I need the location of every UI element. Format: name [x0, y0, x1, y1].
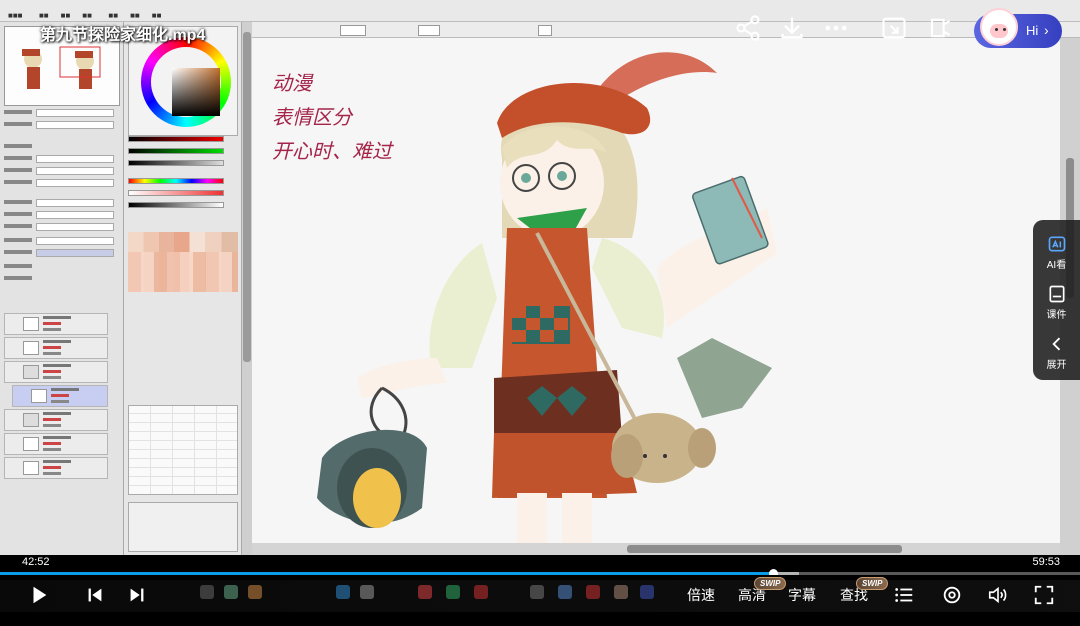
- brush-tool-grid[interactable]: [128, 405, 238, 495]
- prop-row: [4, 211, 116, 220]
- swip-badge: SWIP: [856, 577, 889, 590]
- layer-group[interactable]: [4, 361, 108, 383]
- h-slider[interactable]: [128, 178, 224, 184]
- prop-row: [4, 199, 116, 208]
- panel-scrollbar[interactable]: [242, 22, 252, 555]
- layer-item-selected[interactable]: [12, 385, 108, 407]
- chevron-right-icon: ›: [1044, 22, 1049, 38]
- r-slider[interactable]: [128, 136, 224, 142]
- playlist-icon: [895, 588, 913, 602]
- sai-toolbar: [252, 22, 1080, 38]
- fullscreen-icon: [1034, 585, 1054, 605]
- handwriting-line: 动漫: [272, 71, 312, 95]
- cast-icon[interactable]: [925, 14, 953, 42]
- brush-presets[interactable]: [128, 502, 238, 552]
- handwriting-line: 表情区分: [272, 105, 352, 129]
- b-slider[interactable]: [128, 160, 224, 166]
- next-button[interactable]: [124, 583, 150, 607]
- video-title: 第九节探险家细化.mp4: [40, 27, 206, 44]
- side-item-expand[interactable]: 展开: [1033, 334, 1080, 371]
- layer-item[interactable]: [4, 337, 108, 359]
- download-icon[interactable]: [778, 14, 806, 42]
- prop-row: [4, 264, 116, 272]
- play-button[interactable]: [26, 583, 52, 607]
- side-panel: AI看 课件 展开: [1033, 220, 1080, 380]
- g-slider[interactable]: [128, 148, 224, 154]
- handwriting-notes: 动漫 表情区分 开心时、难过: [272, 66, 392, 168]
- assistant-button[interactable]: Hi ›: [974, 8, 1062, 48]
- canvas-horizontal-scrollbar[interactable]: [252, 543, 1060, 555]
- courseware-icon: [1047, 284, 1067, 304]
- layer-item[interactable]: [4, 457, 108, 479]
- prop-row: [4, 276, 116, 284]
- prop-row: [4, 179, 116, 188]
- loop-button[interactable]: [940, 583, 964, 607]
- chevron-left-icon: [1047, 334, 1067, 354]
- assistant-avatar: [980, 8, 1018, 46]
- side-item-label: 展开: [1046, 360, 1067, 371]
- side-item-ai-view[interactable]: AI看: [1033, 234, 1080, 271]
- ai-view-icon: [1047, 234, 1067, 254]
- side-item-label: 课件: [1046, 310, 1067, 321]
- video-frame[interactable]: ■■■ ■■ ■■ ■■ ■■ ■■ ■■ 动漫 表情区分 开心时、难过 第九节…: [0, 0, 1080, 555]
- layer-item[interactable]: [4, 433, 108, 455]
- target-icon: [943, 586, 961, 604]
- sai-menubar: ■■■ ■■ ■■ ■■ ■■ ■■ ■■: [0, 0, 1080, 22]
- sai-color-panel: [124, 22, 242, 555]
- player-controls: 倍速 高清 SWIP 字幕 查找 SWIP: [0, 575, 1080, 626]
- side-item-label: AI看: [1046, 260, 1067, 271]
- subtitle-button[interactable]: 字幕: [788, 585, 816, 605]
- assistant-label: Hi: [1026, 23, 1039, 38]
- playlist-button[interactable]: [892, 583, 916, 607]
- prop-row: [4, 223, 116, 232]
- v-slider[interactable]: [128, 202, 224, 208]
- share-icon[interactable]: [734, 14, 762, 42]
- blend-mode-row: [4, 237, 116, 246]
- swatch-palette-2[interactable]: [128, 252, 238, 292]
- rotate-row: [4, 121, 116, 130]
- volume-icon: [988, 586, 1007, 604]
- fullscreen-button[interactable]: [1032, 583, 1056, 607]
- zoom-row: [4, 109, 116, 118]
- sai-left-panel: [0, 22, 124, 555]
- s-slider[interactable]: [128, 190, 224, 196]
- layer-group[interactable]: [4, 409, 108, 431]
- prop-row: [4, 167, 116, 176]
- skip-previous-icon: [88, 588, 102, 602]
- duration: 59:53: [1032, 556, 1060, 568]
- opacity-row: [4, 249, 116, 258]
- more-icon[interactable]: [822, 14, 850, 42]
- current-time: 42:52: [22, 556, 50, 568]
- skip-next-icon: [130, 588, 144, 602]
- volume-button[interactable]: [986, 583, 1010, 607]
- layer-item[interactable]: [4, 313, 108, 335]
- play-icon: [33, 586, 47, 604]
- speed-button[interactable]: 倍速: [687, 585, 715, 605]
- side-item-courseware[interactable]: 课件: [1033, 284, 1080, 321]
- picture-in-picture-icon[interactable]: [880, 14, 908, 42]
- swip-badge: SWIP: [754, 577, 787, 590]
- handwriting-line: 开心时、难过: [272, 139, 392, 163]
- previous-button[interactable]: [82, 583, 108, 607]
- illustration-artwork: 动漫 表情区分 开心时、难过: [262, 38, 902, 543]
- prop-row: [4, 144, 116, 152]
- prop-row: [4, 155, 116, 164]
